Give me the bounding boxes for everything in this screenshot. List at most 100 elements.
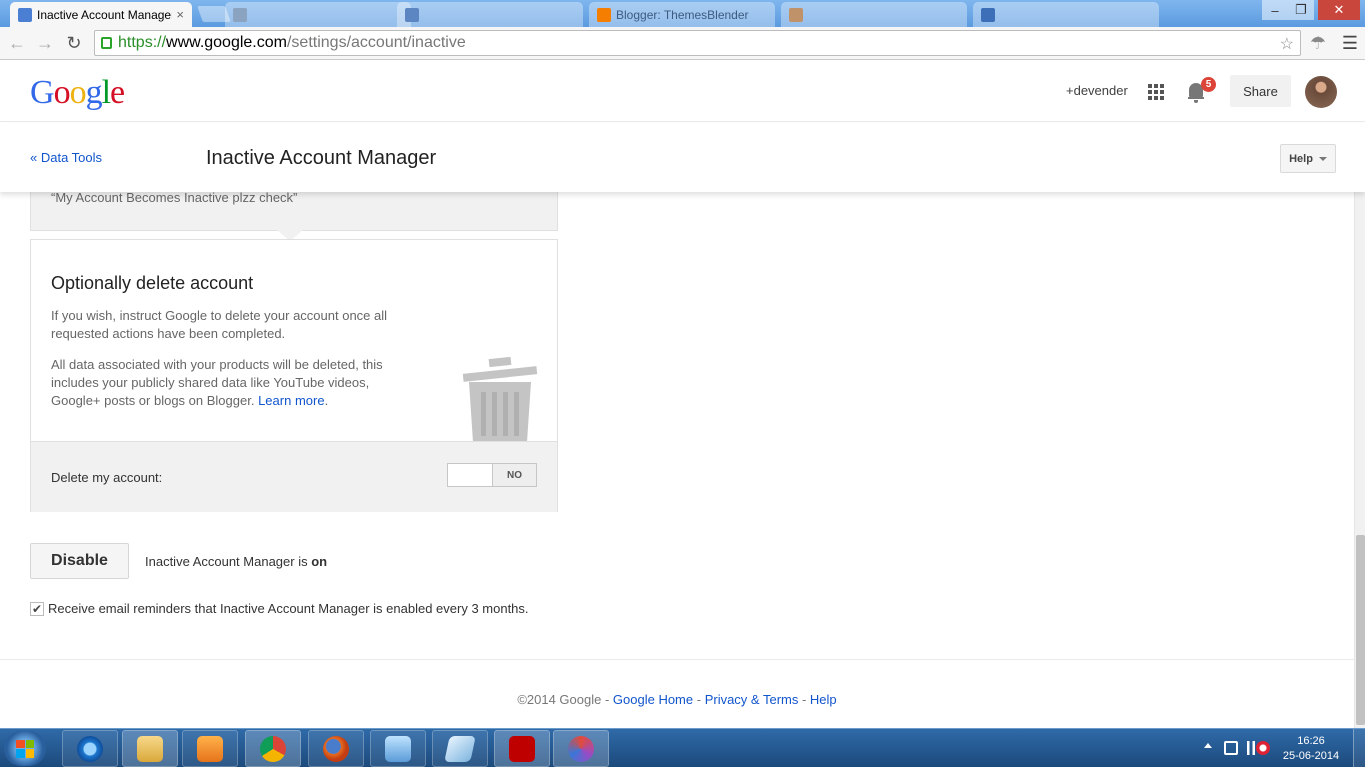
url-scheme: https:// [118, 34, 167, 51]
close-window-button[interactable]: ✕ [1318, 0, 1360, 20]
page-footer: ©2014 Google - Google Home - Privacy & T… [0, 692, 1354, 707]
address-bar[interactable]: https:// www.google.com /settings/accoun… [94, 30, 1301, 56]
notification-count-badge[interactable]: 5 [1201, 77, 1216, 92]
help-link[interactable]: Help [810, 692, 837, 707]
action-center-icon[interactable] [1224, 741, 1238, 755]
extension-icon[interactable]: ☂ [1307, 32, 1329, 54]
reload-icon[interactable]: ↻ [63, 32, 85, 54]
tab-favicon-icon [233, 7, 247, 22]
url-host: www.google.com [166, 34, 287, 51]
taskbar-notes[interactable] [432, 730, 488, 767]
clock-date: 25-06-2014 [1282, 750, 1340, 762]
delete-account-toggle[interactable]: NO [447, 463, 537, 487]
windows-logo-icon [16, 739, 34, 758]
page-subheader: « Data Tools Inactive Account Manager He… [0, 123, 1365, 192]
tab-favicon-icon [405, 7, 419, 22]
url-path: /settings/account/inactive [286, 34, 466, 51]
tab-inactive-account-manager[interactable]: Inactive Account Manager × [10, 2, 192, 27]
tab-favicon-icon [789, 7, 803, 22]
delete-account-row: Delete my account: NO [31, 441, 557, 512]
breadcrumb-data-tools[interactable]: « Data Tools [30, 150, 102, 165]
tab-blogger[interactable]: Blogger: ThemesBlender [589, 2, 775, 27]
delete-account-label: Delete my account: [51, 470, 163, 485]
taskbar-clock[interactable]: 16:26 25-06-2014 [1278, 734, 1344, 764]
taskbar-internet-explorer[interactable] [62, 730, 118, 767]
firefox-icon [323, 735, 349, 762]
footer-divider [0, 659, 1354, 660]
footer-separator: - [798, 692, 810, 707]
delete-section-details: All data associated with your products w… [51, 356, 411, 410]
disable-button[interactable]: Disable [30, 543, 129, 579]
folder-icon [137, 735, 163, 762]
delete-account-card: Optionally delete account If you wish, i… [30, 239, 558, 512]
email-reminder-option[interactable]: ✔ Receive email reminders that Inactive … [30, 601, 529, 616]
scrollbar-thumb[interactable] [1356, 535, 1365, 725]
start-button[interactable] [4, 731, 46, 766]
google-home-link[interactable]: Google Home [613, 692, 693, 707]
email-reminder-checkbox[interactable]: ✔ [30, 601, 44, 616]
filezilla-icon [509, 735, 535, 762]
chrome-icon [260, 735, 286, 762]
taskbar-media-player[interactable] [182, 730, 238, 767]
page-title: Inactive Account Manager [206, 147, 437, 169]
system-tray: 16:26 25-06-2014 [1200, 729, 1365, 767]
google-header: Google +devender 5 Share [0, 61, 1365, 122]
tab-favicon-icon [981, 7, 995, 22]
taskbar-file-explorer[interactable] [122, 730, 178, 767]
show-hidden-icons-icon[interactable] [1204, 743, 1212, 748]
chrome-menu-icon[interactable]: ☰ [1339, 32, 1361, 54]
google-logo[interactable]: Google [30, 74, 125, 112]
previous-section-quote: “My Account Becomes Inactive plzz check” [51, 190, 298, 205]
control-panel-icon [385, 735, 411, 762]
taskbar-filezilla[interactable] [494, 730, 550, 767]
show-desktop-button[interactable] [1353, 729, 1365, 767]
app-icon [568, 735, 594, 762]
email-reminder-label[interactable]: Receive email reminders that Inactive Ac… [48, 601, 529, 616]
tab-background-5[interactable] [973, 2, 1159, 27]
maximize-button[interactable]: ❐ [1288, 0, 1314, 20]
blogger-icon [597, 7, 611, 22]
back-arrow-icon[interactable]: ← [6, 32, 28, 54]
google-favicon-icon [18, 7, 32, 22]
learn-more-link[interactable]: Learn more [258, 393, 324, 408]
forward-arrow-icon[interactable]: → [34, 32, 56, 54]
apps-grid-icon[interactable] [1148, 84, 1164, 100]
manager-status: Inactive Account Manager is on [145, 554, 327, 569]
share-button[interactable]: Share [1230, 75, 1291, 107]
media-player-icon [197, 735, 223, 762]
browser-toolbar: ← → ↻ https:// www.google.com /settings/… [0, 27, 1365, 60]
taskbar-chrome[interactable] [245, 730, 301, 767]
page-scrollbar[interactable] [1354, 192, 1365, 728]
notes-icon [444, 735, 476, 762]
footer-separator: - [601, 692, 613, 707]
privacy-terms-link[interactable]: Privacy & Terms [705, 692, 799, 707]
footer-separator: - [693, 692, 705, 707]
tab-background-1[interactable] [225, 2, 411, 27]
delete-details-text: All data associated with your products w… [51, 357, 383, 408]
trash-can-icon [462, 356, 538, 442]
help-dropdown-button[interactable]: Help [1280, 144, 1336, 173]
bookmark-star-icon[interactable]: ☆ [1280, 34, 1294, 54]
status-value: on [311, 554, 328, 569]
user-name-link[interactable]: +devender [1066, 83, 1128, 98]
internet-explorer-icon [77, 735, 103, 762]
screen: Inactive Account Manager × Blogger: Them… [0, 0, 1365, 767]
main-content: “My Account Becomes Inactive plzz check”… [0, 188, 1354, 728]
tab-background-4[interactable] [781, 2, 967, 27]
taskbar-app[interactable] [553, 730, 609, 767]
tab-close-icon[interactable]: × [176, 7, 184, 22]
clock-time: 16:26 [1297, 735, 1325, 747]
volume-muted-icon[interactable] [1256, 741, 1270, 755]
taskbar-firefox[interactable] [308, 730, 364, 767]
lock-icon [101, 37, 112, 49]
tab-background-2[interactable] [397, 2, 583, 27]
tab-strip: Inactive Account Manager × Blogger: Them… [0, 0, 1365, 27]
minimize-button[interactable]: – [1262, 0, 1288, 20]
tab-title: Blogger: ThemesBlender [616, 7, 749, 22]
taskbar-control-panel[interactable] [370, 730, 426, 767]
avatar[interactable] [1305, 76, 1337, 108]
delete-section-description: If you wish, instruct Google to delete y… [51, 308, 388, 341]
toggle-knob[interactable] [448, 464, 493, 486]
tab-title: Inactive Account Manager [37, 7, 173, 22]
windows-taskbar: 16:26 25-06-2014 [0, 728, 1365, 767]
